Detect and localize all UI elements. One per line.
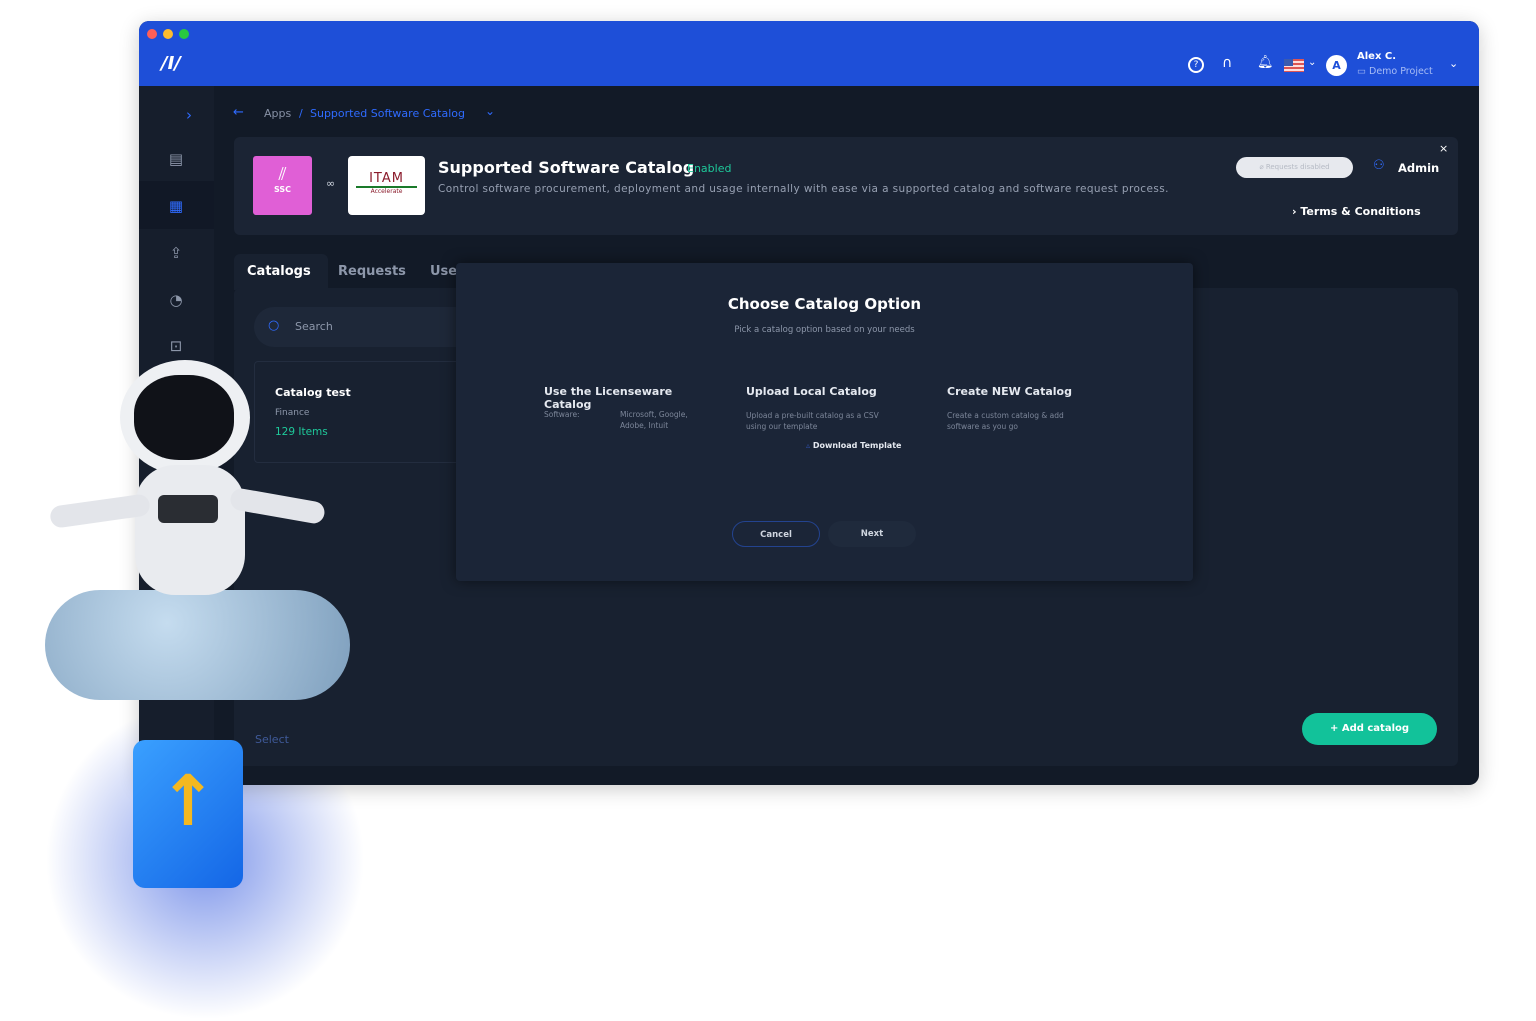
next-button[interactable]: Next	[828, 521, 916, 547]
app-header-card: ⫽ SSC ∞ ITAM Accelerate Supported Software…	[234, 137, 1458, 235]
user-name[interactable]: Alex C.	[1357, 51, 1396, 62]
upload-icon[interactable]: ⇪	[161, 238, 191, 268]
close-dot[interactable]	[147, 29, 157, 39]
breadcrumb-current[interactable]: Supported Software Catalog	[310, 107, 465, 120]
close-icon[interactable]: ×	[1439, 142, 1448, 155]
option-desc: Upload a pre-built catalog as a CSV usin…	[746, 411, 879, 431]
back-arrow-icon[interactable]: ←	[233, 105, 244, 120]
inbox-icon[interactable]: ⊡	[161, 331, 191, 361]
requests-disabled-badge: ⌀ Requests disabled	[1236, 157, 1353, 178]
option-desc: Microsoft, Google, Adobe, Intuit	[620, 410, 688, 430]
link-icon: ∞	[326, 177, 336, 190]
app-description: Control software procurement, deployment…	[438, 183, 1169, 195]
bell-icon[interactable]: 🔔︎	[1257, 55, 1274, 70]
option-licenseware[interactable]: Use the Licenseware Catalog Software: Mi…	[544, 385, 714, 430]
terms-link[interactable]: › Terms & Conditions	[1292, 205, 1421, 218]
headset-icon[interactable]: ∩	[1222, 55, 1232, 71]
terms-label: Terms & Conditions	[1300, 205, 1421, 218]
requests-badge-label: Requests disabled	[1265, 163, 1330, 171]
avatar[interactable]: A	[1326, 55, 1347, 76]
minimize-dot[interactable]	[163, 29, 173, 39]
app-logo-icon[interactable]: /I/	[161, 53, 181, 74]
help-icon[interactable]: ?	[1188, 57, 1204, 73]
choose-catalog-modal: Choose Catalog Option Pick a catalog opt…	[456, 263, 1193, 581]
us-flag-icon[interactable]	[1284, 59, 1304, 72]
option-label: Software:	[544, 410, 580, 419]
top-bar: /I/ ? ∩ 🔔︎ ⌄ A Alex C. ▭ Demo Project ⌄	[139, 21, 1479, 86]
status-badge: Enabled	[687, 162, 732, 175]
astronaut-illustration	[48, 360, 327, 620]
modal-title: Choose Catalog Option	[727, 295, 922, 313]
option-desc: Create a custom catalog & add software a…	[947, 411, 1064, 431]
reports-icon[interactable]: ◔	[161, 285, 191, 315]
add-catalog-button[interactable]: + Add catalog	[1302, 713, 1437, 745]
cancel-button[interactable]: Cancel	[732, 521, 820, 547]
option-title: Upload Local Catalog	[746, 385, 877, 398]
expand-sidebar-icon[interactable]: ›	[174, 100, 204, 130]
admin-user-icon: ⚇	[1373, 158, 1385, 173]
breadcrumb-separator: /	[299, 107, 303, 120]
ssc-logo: ⫽ SSC	[253, 156, 312, 215]
tab-catalogs[interactable]: Catalogs	[247, 264, 311, 279]
tab-usage[interactable]: Use	[430, 264, 457, 279]
app-title: Supported Software Catalog	[438, 158, 695, 177]
role-label: Admin	[1398, 161, 1440, 175]
dashboard-icon[interactable]: ▤	[161, 144, 191, 174]
apps-icon[interactable]: ▦	[161, 191, 191, 221]
option-upload-local[interactable]: Upload Local Catalog Upload a pre-built …	[746, 385, 916, 450]
user-menu-chevron-icon[interactable]: ⌄	[1449, 57, 1458, 70]
download-template-link[interactable]: ▵ Download Template	[806, 441, 901, 450]
download-icon: ▵	[806, 441, 811, 450]
project-label: Demo Project	[1369, 66, 1433, 77]
download-template-label: Download Template	[812, 441, 902, 450]
option-title: Use the Licenseware Catalog	[544, 385, 673, 411]
chevron-down-icon[interactable]: ⌄	[1308, 57, 1316, 68]
option-title: Create NEW Catalog	[947, 385, 1072, 398]
modal-subtitle: Pick a catalog option based on your need…	[734, 325, 915, 335]
select-link[interactable]: Select	[255, 733, 289, 746]
itam-logo: ITAM Accelerate	[348, 156, 425, 215]
breadcrumb-apps[interactable]: Apps	[264, 107, 291, 120]
maximize-dot[interactable]	[179, 29, 189, 39]
project-name[interactable]: ▭ Demo Project	[1357, 66, 1433, 77]
breadcrumb-chevron-icon[interactable]: ⌄	[485, 104, 495, 118]
search-icon: ○	[268, 318, 280, 333]
upload-file-icon: ↑	[133, 740, 243, 888]
search-placeholder: Search	[295, 320, 333, 333]
option-create-new[interactable]: Create NEW Catalog Create a custom catal…	[947, 385, 1117, 432]
tab-requests[interactable]: Requests	[338, 264, 406, 279]
